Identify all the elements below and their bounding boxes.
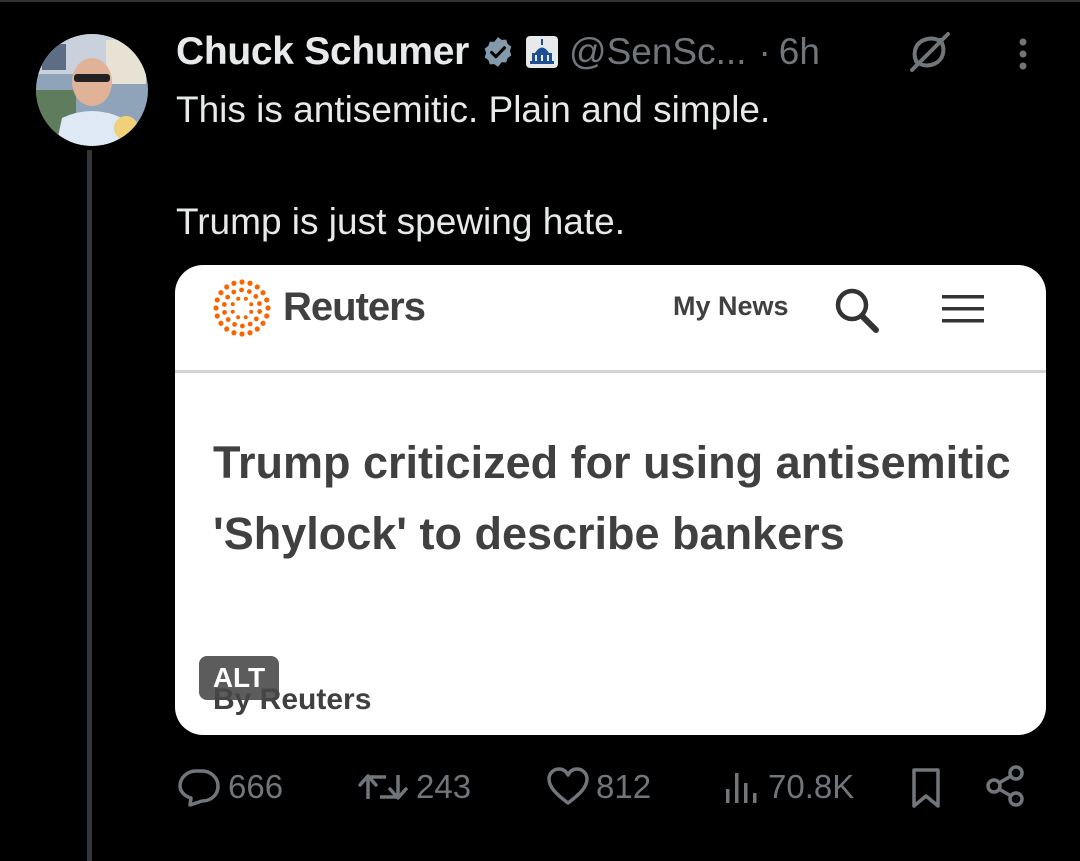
heart-icon (547, 767, 589, 805)
thread-connector-line (87, 150, 92, 861)
reuters-logo-dot (264, 313, 270, 319)
reuters-logo-dot (236, 296, 241, 301)
like-count: 812 (596, 768, 652, 805)
reuters-logo-dot (247, 330, 253, 336)
reuters-logo-dot (253, 294, 259, 299)
retweet-icon (358, 774, 408, 800)
reuters-logo-dot (247, 280, 253, 286)
my-news-link: My News (673, 291, 789, 321)
reuters-logo-dot (260, 290, 266, 296)
reuters-logo-dot (224, 326, 230, 332)
share-icon[interactable] (984, 764, 1028, 813)
author-name[interactable]: Chuck Schumer (176, 30, 469, 74)
tweet-text-line-2: Trump is just spewing hate. (176, 201, 625, 242)
reuters-logo-dot (221, 302, 227, 307)
tweet-text-line-1: This is antisemitic. Plain and simple. (176, 89, 771, 130)
view-count: 70.8K (768, 768, 855, 805)
retweet-button[interactable]: 243 (356, 762, 471, 812)
verified-badge-icon[interactable] (481, 35, 515, 69)
reuters-logo-dot (265, 305, 271, 311)
reuters-logo-dot (213, 305, 219, 311)
reply-count: 666 (228, 768, 284, 805)
reuters-logo-dot (230, 302, 235, 307)
reuters-logo-dot (225, 294, 231, 300)
reuters-logo-dot (231, 280, 237, 286)
reuters-logo-dot (214, 297, 220, 303)
reply-button[interactable]: 666 (176, 762, 283, 812)
reuters-logo-dot (249, 309, 254, 314)
reuters-logo-dot (236, 315, 241, 320)
separator-dot: · (758, 31, 771, 72)
capitol-building-icon[interactable] (525, 35, 559, 69)
reuters-logo-dot (240, 323, 245, 329)
reuters-logo-dot (243, 296, 248, 301)
reuters-logo-dot (254, 284, 260, 290)
reuters-logo-dot (218, 290, 224, 296)
reuters-logo-dot (243, 315, 248, 320)
reuters-dot-logo (211, 277, 273, 339)
reuters-logo-dot (231, 330, 237, 336)
reuters-logo-dot (264, 297, 270, 303)
alt-text-badge[interactable]: ALT (199, 656, 279, 700)
tweet-header: Chuck Schumer @SenSc... · 6h (176, 28, 820, 76)
search-icon (831, 283, 885, 337)
reuters-logo-dot (254, 326, 260, 332)
views-button[interactable]: 70.8K (722, 762, 854, 812)
reuters-logo-dot (225, 317, 231, 322)
top-divider (0, 0, 1080, 2)
reuters-logo-dot (257, 301, 262, 306)
reuters-logo-dot (218, 320, 224, 326)
reply-icon (178, 769, 220, 807)
hamburger-menu-icon (940, 291, 986, 327)
reuters-logo-dot (247, 289, 252, 294)
reuters-logo-dot (247, 321, 253, 327)
bookmark-icon[interactable] (908, 766, 944, 815)
reuters-logo-dot (249, 302, 254, 307)
reuters-wordmark: Reuters (283, 285, 426, 329)
reuters-logo-dot (230, 309, 235, 314)
article-headline: Trump criticized for using antisemitic '… (213, 437, 1011, 559)
timestamp[interactable]: 6h (779, 31, 820, 73)
more-vertical-icon[interactable] (1010, 36, 1036, 76)
media-image[interactable]: Reuters My News Trump criticized for usi… (175, 265, 1046, 735)
reuters-logo-dot (239, 287, 244, 293)
reuters-logo-dot (239, 331, 245, 337)
reuters-logo-dot (260, 320, 266, 326)
reuters-logo-dot (239, 279, 245, 285)
reuters-logo-dot (224, 284, 230, 290)
reuters-logo-dot (257, 309, 263, 314)
tweet-text: This is antisemitic. Plain and simple. T… (176, 84, 1036, 248)
card-divider (175, 370, 1046, 373)
grok-icon[interactable] (904, 30, 954, 74)
reuters-logo-dot (214, 313, 220, 319)
reuters-logo-dot (253, 316, 259, 322)
reuters-logo-dot (222, 310, 227, 315)
action-bar: 666 243 812 70.8K (0, 762, 1080, 812)
author-handle[interactable]: @SenSc... (569, 31, 746, 73)
retweet-count: 243 (416, 768, 472, 805)
avatar[interactable] (36, 34, 148, 146)
reuters-logo-dot (231, 289, 237, 295)
views-chart-icon (726, 773, 757, 803)
like-button[interactable]: 812 (546, 762, 651, 812)
reuters-logo-dot (232, 322, 237, 327)
